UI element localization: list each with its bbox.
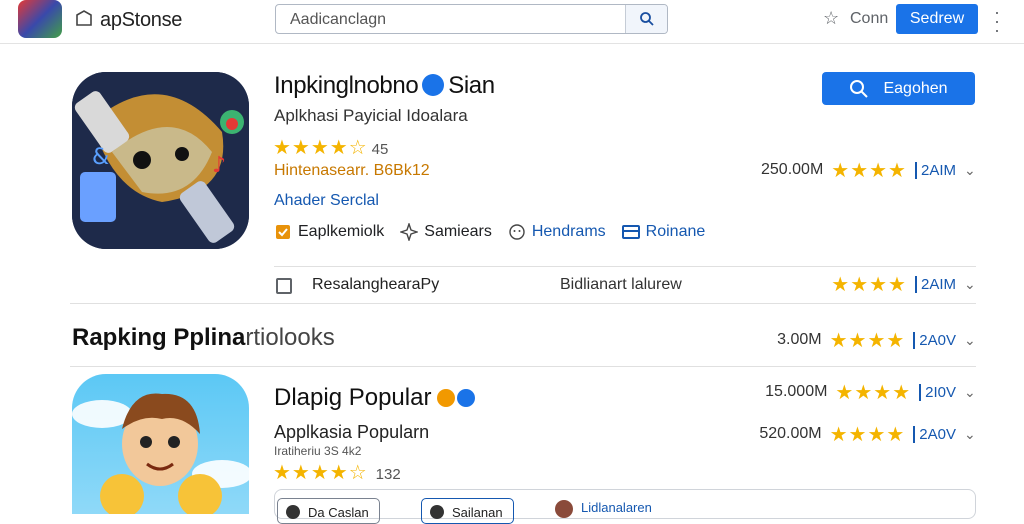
featured-app-title[interactable]: Inpkinglnobno Sian (274, 72, 495, 100)
popular-subtitle: Applkasia Popularn (274, 422, 430, 442)
tag-item[interactable]: Roinane (621, 223, 706, 241)
stat-stars: ★★★★ (831, 273, 907, 296)
chevron-down-icon[interactable]: ⌄ (964, 384, 980, 401)
popular-rating: ★★★★☆ 132 (273, 460, 401, 485)
svg-text:&: & (92, 145, 109, 170)
chevron-down-icon[interactable]: ⌄ (964, 162, 980, 179)
search-input[interactable]: Aadicanclagn (290, 11, 386, 29)
stat-row[interactable]: 3.00M ★★★★ 2A0V ⌄ (700, 328, 980, 352)
search-button[interactable] (625, 5, 667, 33)
stat-count: 2A0V (913, 331, 956, 349)
header-action-button[interactable]: Sedrew (896, 4, 978, 34)
star-outline-icon[interactable]: ☆ (823, 8, 839, 29)
app-artwork (72, 393, 249, 514)
chip[interactable]: Sailanan (421, 498, 514, 524)
featured-tags: Eaplkemiolk Samiears Hendrams Roinane (274, 223, 705, 241)
clipboard-icon (276, 278, 292, 294)
sparkle-icon (400, 223, 419, 241)
svg-text:♪: ♪ (212, 153, 226, 178)
featured-link[interactable]: Ahader Serclal (274, 192, 379, 210)
tag-item[interactable]: Samiears (400, 223, 492, 241)
popular-app-title[interactable]: Dlapig Popular (274, 384, 476, 412)
section-title-faint: rtiolooks (245, 324, 335, 351)
featured-title-suffix: Sian (448, 72, 495, 99)
chip-avatar (286, 505, 300, 519)
chip-label: Da Caslan (308, 505, 369, 520)
tag-item[interactable]: Hendrams (508, 223, 606, 241)
com-link[interactable]: Conn (850, 10, 888, 28)
chip-avatar (430, 505, 444, 519)
brand-name[interactable]: apStonse (100, 9, 182, 32)
section-title-text: Rapking Pplina (72, 324, 246, 351)
tag-item[interactable]: Eaplkemiolk (274, 223, 384, 241)
stat-stars: ★★★★ (831, 159, 907, 182)
featured-meta: Hintenasearr. B6Bk12 (274, 162, 430, 179)
review-middle-text: Bidlianart lalurew (560, 276, 682, 293)
stat-count: 2AIM (914, 275, 956, 293)
chip-label: Sailanan (452, 505, 503, 520)
install-button[interactable]: Eagohen (822, 72, 975, 105)
tag-label: Hendrams (531, 223, 606, 240)
stat-size: 250.00M (761, 161, 824, 178)
stat-count: 2A0V (913, 425, 956, 443)
stat-row[interactable]: 520.00M ★★★★ 2A0V ⌄ (700, 422, 980, 446)
stat-row[interactable]: ★★★★ 2AIM ⌄ (700, 272, 980, 296)
stat-size: 15.000M (765, 383, 828, 400)
divider (70, 303, 976, 304)
app-artwork: & ♪ (72, 72, 249, 249)
popular-app-icon[interactable] (72, 374, 249, 514)
rating-count: 132 (375, 466, 401, 483)
chip-bar: Da Caslan Sailanan Lidlanalaren (274, 489, 976, 524)
stat-count: 2I0V (919, 383, 956, 401)
search-icon (639, 12, 654, 26)
award-icon (437, 389, 456, 407)
install-label: Eagohen (883, 79, 948, 97)
store-icon (76, 10, 92, 26)
smiley-icon (509, 224, 525, 240)
chevron-down-icon[interactable]: ⌄ (964, 332, 980, 349)
checkbox-icon (276, 225, 290, 239)
rating-stars: ★★★★☆ (273, 137, 368, 159)
popular-meta: Iratiheriu 3S 4k2 (274, 444, 362, 458)
stat-stars: ★★★★ (829, 423, 906, 446)
search-icon (850, 79, 869, 98)
featured-rating: ★★★★☆ 45 (273, 135, 388, 160)
chip[interactable]: Lidlanalaren (555, 500, 652, 518)
chip-avatar (555, 500, 573, 518)
tag-label: Eaplkemiolk (298, 223, 385, 240)
featured-app-icon[interactable]: & ♪ (72, 72, 249, 249)
verified-icon (457, 389, 476, 407)
chip[interactable]: Da Caslan (277, 498, 380, 524)
stat-row[interactable]: 15.000M ★★★★ 2I0V ⌄ (700, 380, 980, 404)
stat-size: 520.00M (759, 425, 822, 442)
review-label: ResalanghearaPy (312, 276, 440, 293)
stat-row[interactable]: 250.00M ★★★★ 2AIM ⌄ (700, 158, 980, 182)
rating-count: 45 (371, 141, 389, 158)
featured-title-text: Inpkinglnobno (274, 72, 419, 99)
divider (70, 366, 976, 367)
tag-label: Roinane (645, 223, 706, 240)
more-vert-icon[interactable]: · · · (994, 3, 1000, 39)
section-title: Rapking Pplinartiolooks (72, 324, 335, 352)
app-logo[interactable] (18, 0, 62, 38)
search-bar[interactable]: Aadicanclagn (275, 4, 668, 34)
popular-title-text: Dlapig Popular (274, 384, 432, 411)
rating-stars: ★★★★☆ (273, 462, 368, 484)
card-icon (621, 225, 640, 239)
tag-label: Samiears (424, 223, 492, 240)
verified-icon (422, 74, 445, 96)
stat-size: 3.00M (777, 331, 822, 348)
chevron-down-icon[interactable]: ⌄ (964, 276, 980, 293)
stat-stars: ★★★★ (835, 381, 912, 404)
top-bar: apStonse Aadicanclagn ☆ Conn Sedrew · · · (0, 0, 1024, 44)
featured-subtitle: Aplkhasi Payicial Idoalara (274, 106, 468, 125)
stat-count: 2AIM (914, 161, 956, 179)
chip-label: Lidlanalaren (581, 500, 652, 515)
stat-stars: ★★★★ (829, 329, 906, 352)
chevron-down-icon[interactable]: ⌄ (964, 426, 980, 443)
